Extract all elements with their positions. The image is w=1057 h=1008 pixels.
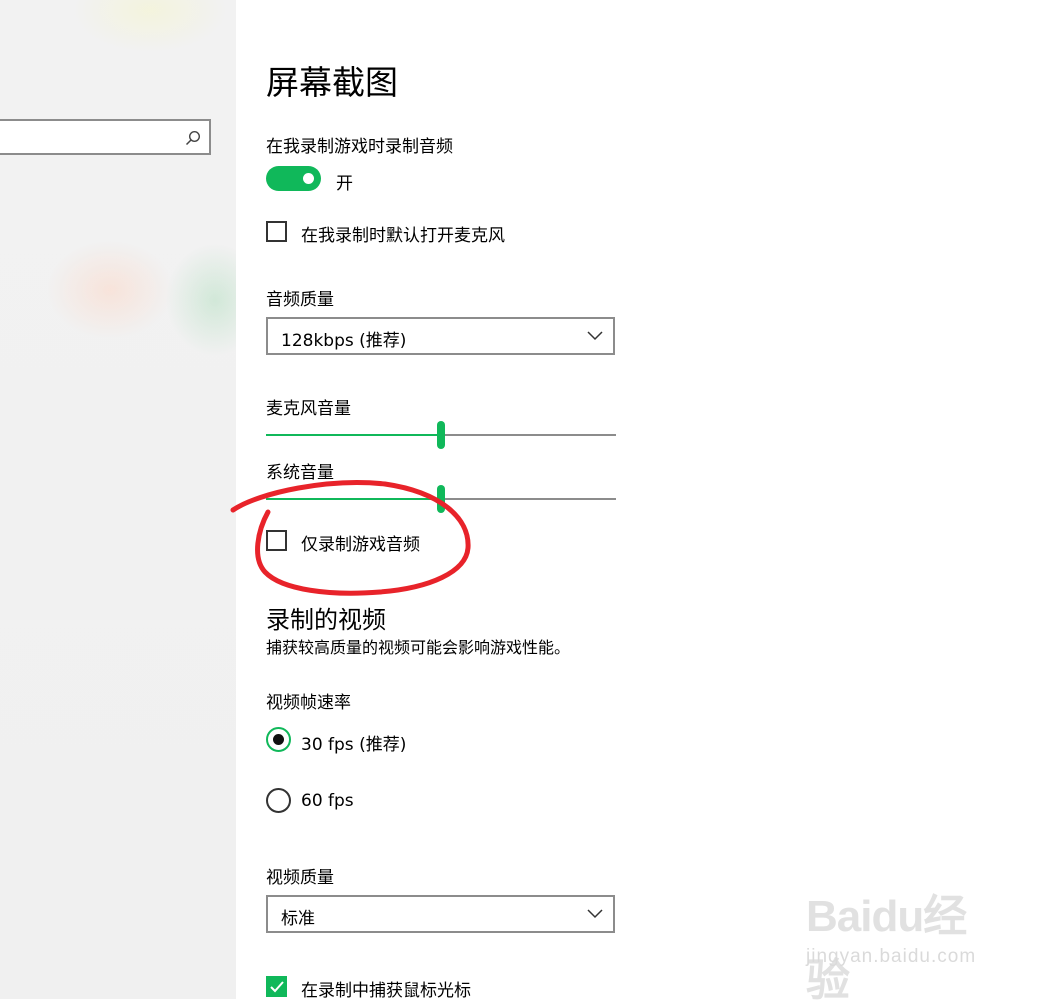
- mic-default-checkbox[interactable]: [266, 221, 287, 242]
- video-quality-label: 视频质量: [266, 868, 334, 888]
- record-audio-toggle-state: 开: [336, 174, 353, 194]
- game-audio-only-label[interactable]: 仅录制游戏音频: [301, 530, 420, 555]
- slider-thumb[interactable]: [437, 485, 445, 513]
- record-audio-toggle[interactable]: [266, 166, 321, 191]
- game-audio-only-checkbox[interactable]: [266, 530, 287, 551]
- settings-pane: 屏幕截图 在我录制游戏时录制音频 开 在我录制时默认打开麦克风 音频质量 128…: [236, 0, 1057, 1001]
- system-volume-label: 系统音量: [266, 463, 334, 483]
- search-input[interactable]: [0, 119, 211, 155]
- checkmark-icon: [270, 981, 284, 993]
- toggle-knob: [303, 173, 314, 184]
- video-quality-select[interactable]: 标准: [266, 895, 615, 933]
- audio-quality-value: 128kbps (推荐): [281, 331, 407, 351]
- watermark-logo: Baidu经验: [806, 892, 967, 1005]
- watermark-url: jingyan.baidu.com: [806, 946, 977, 967]
- mic-default-label[interactable]: 在我录制时默认打开麦克风: [301, 221, 505, 246]
- radio-30fps[interactable]: [266, 727, 291, 752]
- page-title: 屏幕截图: [266, 63, 398, 102]
- framerate-label: 视频帧速率: [266, 693, 351, 713]
- radio-30fps-label[interactable]: 30 fps (推荐): [301, 730, 406, 755]
- radio-dot: [273, 734, 284, 745]
- audio-quality-label: 音频质量: [266, 290, 334, 310]
- record-audio-label: 在我录制游戏时录制音频: [266, 137, 453, 157]
- system-volume-slider[interactable]: [266, 485, 616, 515]
- video-quality-value: 标准: [281, 909, 315, 929]
- audio-quality-select[interactable]: 128kbps (推荐): [266, 317, 615, 355]
- recorded-video-description: 捕获较高质量的视频可能会影响游戏性能。: [266, 638, 571, 657]
- mic-volume-slider[interactable]: [266, 421, 616, 451]
- capture-cursor-checkbox[interactable]: [266, 976, 287, 997]
- search-icon[interactable]: [185, 130, 201, 146]
- chevron-down-icon: [587, 909, 603, 919]
- slider-thumb[interactable]: [437, 421, 445, 449]
- radio-60fps-label[interactable]: 60 fps: [301, 791, 354, 811]
- recorded-video-heading: 录制的视频: [266, 606, 386, 634]
- chevron-down-icon: [587, 331, 603, 341]
- slider-fill: [266, 434, 441, 436]
- capture-cursor-label[interactable]: 在录制中捕获鼠标光标: [301, 976, 471, 1001]
- baidu-jingyan-watermark: Baidu经验 jingyan.baidu.com: [806, 880, 1006, 1005]
- sidebar: [0, 0, 236, 999]
- mic-volume-label: 麦克风音量: [266, 399, 351, 419]
- slider-fill: [266, 498, 441, 500]
- radio-60fps[interactable]: [266, 788, 291, 813]
